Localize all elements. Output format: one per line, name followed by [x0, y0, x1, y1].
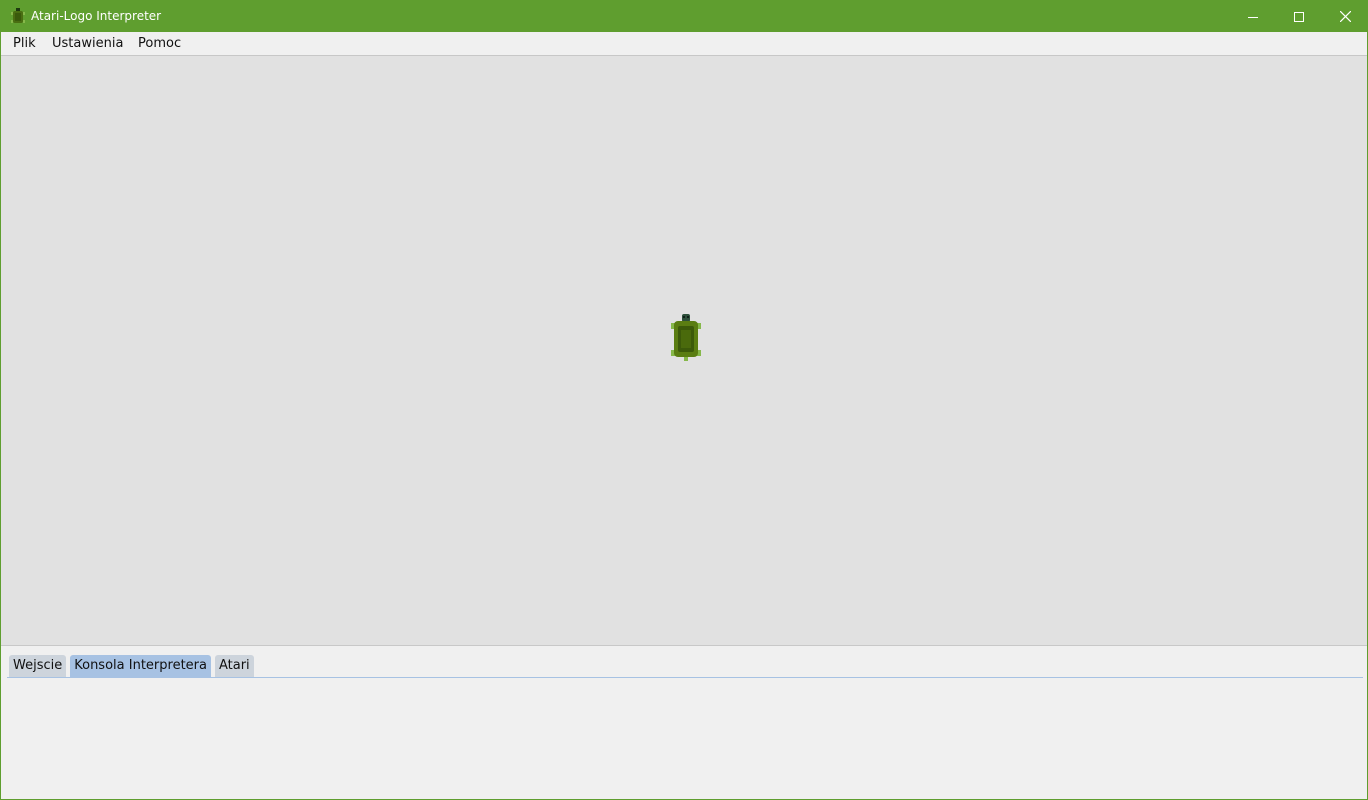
title-bar[interactable]: Atari-Logo Interpreter [1, 1, 1367, 32]
drawing-canvas[interactable] [1, 56, 1367, 646]
bottom-panel: Wejscie Konsola Interpretera Atari [1, 646, 1367, 799]
tab-bar: Wejscie Konsola Interpretera Atari [9, 655, 254, 677]
minimize-button[interactable] [1230, 1, 1276, 32]
menu-bar: Plik Ustawienia Pomoc [1, 32, 1367, 56]
close-icon [1339, 11, 1351, 22]
tab-konsola-interpretera[interactable]: Konsola Interpretera [70, 655, 211, 677]
window-title: Atari-Logo Interpreter [31, 9, 162, 23]
menu-ustawienia[interactable]: Ustawienia [46, 32, 129, 55]
app-window: Atari-Logo Interpreter Plik Ustawienia P… [0, 0, 1368, 800]
tab-atari[interactable]: Atari [214, 655, 254, 677]
close-button[interactable] [1322, 1, 1368, 32]
maximize-button[interactable] [1276, 1, 1322, 32]
turtle-icon [671, 314, 701, 361]
menu-plik[interactable]: Plik [7, 32, 42, 55]
maximize-icon [1294, 11, 1304, 22]
tab-wejscie[interactable]: Wejscie [9, 655, 67, 677]
menu-pomoc[interactable]: Pomoc [132, 32, 187, 55]
minimize-icon [1248, 16, 1258, 18]
console-output-area[interactable] [7, 678, 1363, 796]
turtle-app-icon [11, 8, 25, 23]
